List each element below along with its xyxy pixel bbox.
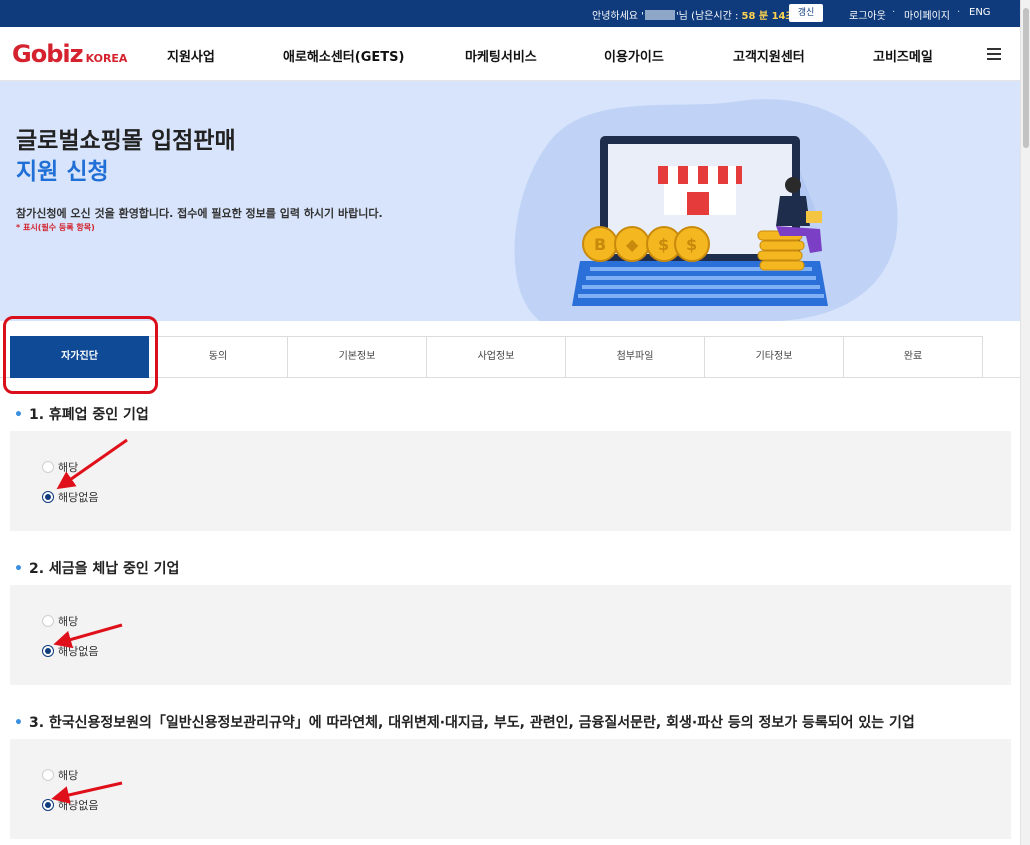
radio-label: 해당: [58, 461, 79, 474]
radio-checked-icon[interactable]: [42, 799, 54, 811]
question-title: • 3. 한국신용정보원의「일반신용정보관리규약」에 따라연체, 대위변제·대지급…: [14, 712, 915, 732]
main-navigation: Gobiz KOREA 지원사업 애로해소센터(GETS) 마케팅서비스 이용가이…: [0, 27, 1020, 81]
question-box: 해당 해당없음: [10, 431, 1011, 531]
page-scrollbar[interactable]: [1020, 0, 1030, 845]
page-subtitle: 지원 신청: [16, 159, 109, 185]
radio-label: 해당: [58, 615, 79, 628]
scrollbar-thumb[interactable]: [1023, 8, 1029, 148]
greeting-prefix: 안녕하세요 ': [592, 11, 644, 22]
required-fields-note: * 표시(필수 등록 항목): [16, 223, 95, 232]
radio-label: 해당없음: [58, 645, 99, 658]
question-title-text: 2. 세금을 체납 중인 기업: [28, 561, 180, 577]
hamburger-menu-icon[interactable]: [987, 48, 1001, 60]
tab-complete[interactable]: 완료: [844, 336, 983, 378]
question-title-text: 1. 휴폐업 중인 기업: [28, 407, 149, 423]
logo-sub-text: KOREA: [85, 52, 128, 65]
question-title: • 2. 세금을 체납 중인 기업: [14, 558, 179, 578]
question-title-text: 3. 한국신용정보원의「일반신용정보관리규약」에 따라연체, 대위변제·대지급,…: [28, 715, 915, 731]
masked-username: [644, 10, 675, 20]
radio-option-not-applicable[interactable]: 해당없음: [42, 797, 98, 813]
question-box: 해당 해당없음: [10, 585, 1011, 685]
nav-item-marketing[interactable]: 마케팅서비스: [465, 46, 537, 65]
radio-option-applicable[interactable]: 해당: [42, 767, 78, 783]
renew-session-button[interactable]: 갱신: [789, 4, 823, 22]
online-shop-illustration: B ◆ $ $: [514, 99, 898, 321]
logout-link[interactable]: 로그아웃: [849, 7, 886, 22]
svg-text:$: $: [686, 235, 697, 254]
svg-text:B: B: [594, 235, 606, 254]
greeting-suffix: '님 (남은시간 :: [675, 11, 742, 22]
question-box: 해당 해당없음: [10, 739, 1011, 839]
bullet-icon: •: [14, 715, 23, 731]
separator: ·: [892, 7, 896, 18]
annotation-highlight-box: [3, 316, 158, 394]
bullet-icon: •: [14, 561, 23, 577]
tab-business-info[interactable]: 사업정보: [427, 336, 566, 378]
question-title: • 1. 휴폐업 중인 기업: [14, 404, 149, 424]
page-title: 글로벌쇼핑몰 입점판매: [16, 128, 236, 154]
radio-label: 해당없음: [58, 799, 99, 812]
tab-basic-info[interactable]: 기본정보: [288, 336, 427, 378]
tab-attachments[interactable]: 첨부파일: [566, 336, 705, 378]
logo-main-text: Gobiz: [12, 40, 84, 68]
svg-text:◆: ◆: [626, 235, 639, 254]
language-link[interactable]: ENG: [969, 7, 991, 18]
top-utility-bar: 안녕하세요 ''님 (남은시간 : 58 분 14초) 갱신 로그아웃 · 마이…: [0, 0, 1020, 27]
radio-option-not-applicable[interactable]: 해당없음: [42, 489, 98, 505]
mypage-link[interactable]: 마이페이지: [904, 7, 950, 22]
radio-checked-icon[interactable]: [42, 645, 54, 657]
radio-label: 해당: [58, 769, 79, 782]
radio-unchecked-icon[interactable]: [42, 461, 54, 473]
separator: ·: [957, 7, 961, 18]
session-greeting: 안녕하세요 ''님 (남은시간 : 58 분 14초): [592, 7, 799, 22]
tab-consent[interactable]: 동의: [149, 336, 288, 378]
nav-item-gets[interactable]: 애로해소센터(GETS): [283, 46, 404, 65]
radio-option-applicable[interactable]: 해당: [42, 459, 78, 475]
nav-item-customer-center[interactable]: 고객지원센터: [733, 46, 805, 65]
nav-item-support-projects[interactable]: 지원사업: [167, 46, 215, 65]
hero-banner: 글로벌쇼핑몰 입점판매 지원 신청 참가신청에 오신 것을 환영합니다. 접수에…: [0, 81, 1020, 321]
welcome-description: 참가신청에 오신 것을 환영합니다. 접수에 필요한 정보를 입력 하시기 바랍…: [16, 207, 383, 220]
radio-unchecked-icon[interactable]: [42, 615, 54, 627]
nav-item-guide[interactable]: 이용가이드: [604, 46, 664, 65]
tab-other-info[interactable]: 기타정보: [705, 336, 844, 378]
gobiz-logo[interactable]: Gobiz KOREA: [12, 40, 127, 68]
session-time-left: 58 분 14초: [741, 11, 795, 22]
radio-option-not-applicable[interactable]: 해당없음: [42, 643, 98, 659]
svg-text:$: $: [658, 235, 669, 254]
radio-unchecked-icon[interactable]: [42, 769, 54, 781]
radio-option-applicable[interactable]: 해당: [42, 613, 78, 629]
nav-item-gobiz-mail[interactable]: 고비즈메일: [873, 46, 933, 65]
radio-checked-icon[interactable]: [42, 491, 54, 503]
bullet-icon: •: [14, 407, 23, 423]
radio-label: 해당없음: [58, 491, 99, 504]
